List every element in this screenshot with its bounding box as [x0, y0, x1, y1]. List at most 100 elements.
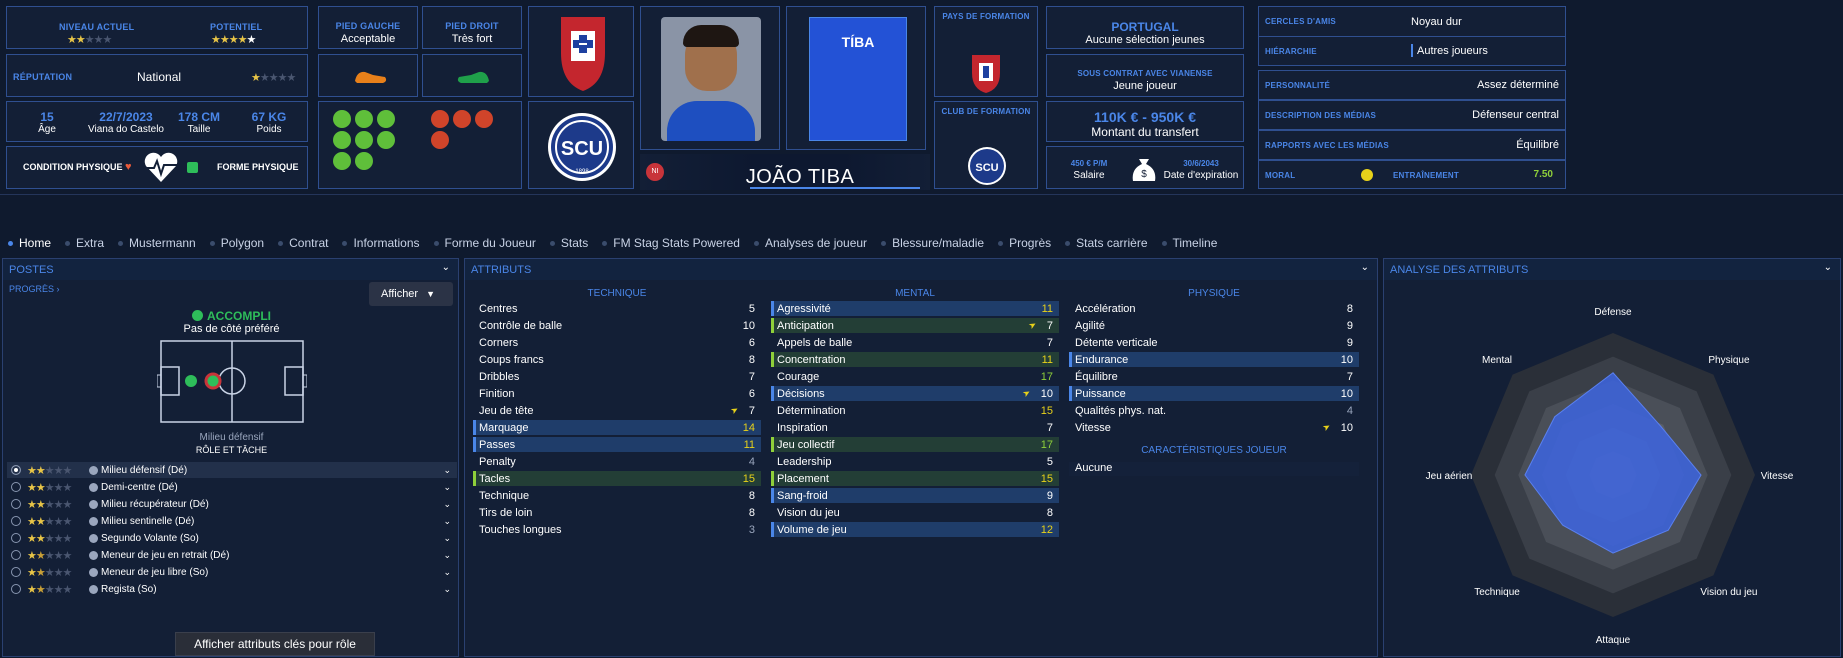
info-icon[interactable] — [89, 533, 98, 543]
trait-icon[interactable] — [377, 110, 395, 128]
tab-stats-carri-re[interactable]: Stats carrière — [1065, 236, 1148, 250]
attribute-value: 8 — [1046, 506, 1053, 519]
role-row[interactable]: ★★★★★ Meneur de jeu libre (So) ⌄ — [7, 564, 457, 580]
attribute-row[interactable]: Décisions ➤ 10 — [771, 386, 1059, 401]
tab-mustermann[interactable]: Mustermann — [118, 236, 196, 250]
tab-fm-stag-stats-powered[interactable]: FM Stag Stats Powered — [602, 236, 740, 250]
tab-polygon[interactable]: Polygon — [209, 236, 264, 250]
attribute-row[interactable]: Agilité 9 — [1069, 318, 1359, 333]
trait-icon[interactable] — [333, 110, 351, 128]
attribute-row[interactable]: Contrôle de balle 10 — [473, 318, 761, 333]
info-icon[interactable] — [89, 465, 98, 475]
attribute-row[interactable]: Volume de jeu 12 — [771, 522, 1059, 537]
attribute-row[interactable]: Agressivité 11 — [771, 301, 1059, 316]
attribute-row[interactable]: Équilibre 7 — [1069, 369, 1359, 384]
tab-stats[interactable]: Stats — [549, 236, 588, 250]
info-icon[interactable] — [89, 499, 98, 509]
trait-icon[interactable] — [355, 152, 373, 170]
attribute-row[interactable]: Placement 15 — [771, 471, 1059, 486]
role-row[interactable]: ★★★★★ Meneur de jeu en retrait (Dé) ⌄ — [7, 547, 457, 563]
attribute-row[interactable]: Détente verticale 9 — [1069, 335, 1359, 350]
attribute-row[interactable]: Coups francs 8 — [473, 352, 761, 367]
attribute-row[interactable]: Passes 11 — [473, 437, 761, 452]
role-row[interactable]: ★★★★★ Demi-centre (Dé) ⌄ — [7, 479, 457, 495]
radio-button[interactable] — [11, 482, 21, 492]
attribute-row[interactable]: Sang-froid 9 — [771, 488, 1059, 503]
radio-button[interactable] — [11, 516, 21, 526]
trait-icon[interactable] — [333, 152, 351, 170]
attribute-row[interactable]: Technique 8 — [473, 488, 761, 503]
chevron-down-icon[interactable]: ⌄ — [443, 584, 451, 595]
trait-icon[interactable] — [377, 131, 395, 149]
trait-icon[interactable] — [431, 110, 449, 128]
info-icon[interactable] — [89, 482, 98, 492]
attribute-row[interactable]: Tirs de loin 8 — [473, 505, 761, 520]
trait-icon[interactable] — [355, 110, 373, 128]
progres-link[interactable]: PROGRÈS › — [9, 284, 60, 294]
attribute-row[interactable]: Puissance 10 — [1069, 386, 1359, 401]
chevron-down-icon[interactable]: ⌄ — [1361, 262, 1369, 273]
radio-button[interactable] — [11, 567, 21, 577]
role-row[interactable]: ★★★★★ Milieu défensif (Dé) ⌄ — [7, 462, 457, 478]
role-row[interactable]: ★★★★★ Segundo Volante (So) ⌄ — [7, 530, 457, 546]
role-row[interactable]: ★★★★★ Regista (So) ⌄ — [7, 581, 457, 597]
trait-icon[interactable] — [355, 131, 373, 149]
chevron-down-icon[interactable]: ⌄ — [442, 262, 450, 273]
attribute-row[interactable]: Dribbles 7 — [473, 369, 761, 384]
info-icon[interactable] — [89, 584, 98, 594]
tab-contrat[interactable]: Contrat — [278, 236, 328, 250]
attribute-row[interactable]: Courage 17 — [771, 369, 1059, 384]
chevron-down-icon[interactable]: ⌄ — [443, 533, 451, 544]
role-row[interactable]: ★★★★★ Milieu sentinelle (Dé) ⌄ — [7, 513, 457, 529]
attribute-row[interactable]: Finition 6 — [473, 386, 761, 401]
attribute-row[interactable]: Centres 5 — [473, 301, 761, 316]
attribute-row[interactable]: Vision du jeu 8 — [771, 505, 1059, 520]
radio-button[interactable] — [11, 550, 21, 560]
tab-home[interactable]: Home — [8, 236, 51, 250]
info-icon[interactable] — [89, 567, 98, 577]
info-icon[interactable] — [89, 550, 98, 560]
attribute-row[interactable]: Détermination 15 — [771, 403, 1059, 418]
radio-button[interactable] — [11, 465, 21, 475]
attribute-row[interactable]: Leadership 5 — [771, 454, 1059, 469]
attribute-row[interactable]: Marquage 14 — [473, 420, 761, 435]
trait-icon[interactable] — [475, 110, 493, 128]
side-preference: Pas de côté préféré — [183, 323, 280, 335]
attribute-row[interactable]: Inspiration 7 — [771, 420, 1059, 435]
role-row[interactable]: ★★★★★ Milieu récupérateur (Dé) ⌄ — [7, 496, 457, 512]
radio-button[interactable] — [11, 533, 21, 543]
radio-button[interactable] — [11, 499, 21, 509]
chevron-down-icon[interactable]: ⌄ — [443, 482, 451, 493]
attribute-row[interactable]: Accélération 8 — [1069, 301, 1359, 316]
attribute-row[interactable]: Concentration 11 — [771, 352, 1059, 367]
tab-analyses-de-joueur[interactable]: Analyses de joueur — [753, 236, 867, 250]
chevron-down-icon[interactable]: ⌄ — [443, 465, 451, 476]
attribute-row[interactable]: Jeu collectif 17 — [771, 437, 1059, 452]
tab-timeline[interactable]: Timeline — [1161, 236, 1217, 250]
chevron-down-icon[interactable]: ⌄ — [443, 499, 451, 510]
attribute-row[interactable]: Vitesse ➤ 10 — [1069, 420, 1359, 435]
attribute-row[interactable]: Corners 6 — [473, 335, 761, 350]
tab-forme-du-joueur[interactable]: Forme du Joueur — [433, 236, 536, 250]
chevron-down-icon[interactable]: ⌄ — [443, 516, 451, 527]
tab-extra[interactable]: Extra — [65, 236, 104, 250]
trait-icon[interactable] — [431, 131, 449, 149]
radio-button[interactable] — [11, 584, 21, 594]
trait-icon[interactable] — [333, 131, 351, 149]
attribute-row[interactable]: Tacles 15 — [473, 471, 761, 486]
tab-informations[interactable]: Informations — [342, 236, 420, 250]
afficher-dropdown[interactable]: Afficher ▼ — [369, 282, 453, 306]
attribute-row[interactable]: Endurance 10 — [1069, 352, 1359, 367]
trait-icon[interactable] — [453, 110, 471, 128]
info-icon[interactable] — [89, 516, 98, 526]
attribute-row[interactable]: Penalty 4 — [473, 454, 761, 469]
attribute-row[interactable]: Anticipation ➤ 7 — [771, 318, 1059, 333]
chevron-down-icon[interactable]: ⌄ — [443, 567, 451, 578]
tab-blessure-maladie[interactable]: Blessure/maladie — [881, 236, 984, 250]
attribute-row[interactable]: Qualités phys. nat. 4 — [1069, 403, 1359, 418]
attribute-row[interactable]: Appels de balle 7 — [771, 335, 1059, 350]
attribute-row[interactable]: Touches longues 3 — [473, 522, 761, 537]
tab-progr-s[interactable]: Progrès — [998, 236, 1051, 250]
chevron-down-icon[interactable]: ⌄ — [443, 550, 451, 561]
attribute-row[interactable]: Jeu de tête ➤ 7 — [473, 403, 761, 418]
